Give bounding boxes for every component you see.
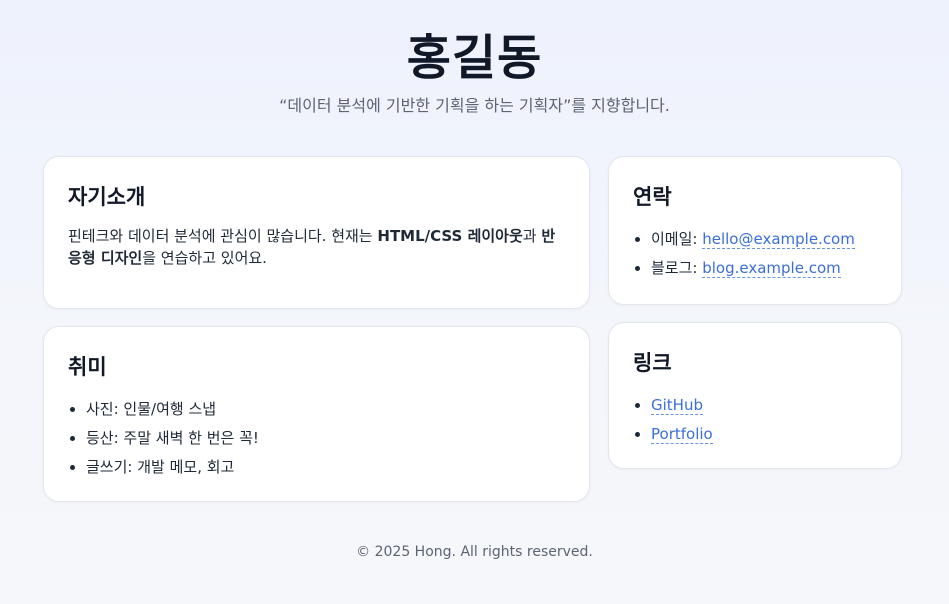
hobby-card: 취미 사진: 인물/여행 스냅 등산: 주말 새벽 한 번은 꼭! 글쓰기: 개… [43,326,590,502]
page-header: 홍길동 “데이터 분석에 기반한 기획을 하는 기획자”를 지향합니다. [0,0,949,116]
main-column: 자기소개 핀테크와 데이터 분석에 관심이 많습니다. 현재는 HTML/CSS… [43,156,590,502]
list-item: GitHub [651,391,877,420]
list-item: 등산: 주말 새벽 한 번은 꼭! [86,424,565,453]
list-item: 사진: 인물/여행 스냅 [86,395,565,424]
hobby-title: 취미 [68,355,107,379]
email-label: 이메일: [651,230,703,248]
side-column: 연락 이메일: hello@example.com 블로그: blog.exam… [608,156,902,502]
hobby-list: 사진: 인물/여행 스냅 등산: 주말 새벽 한 번은 꼭! 글쓰기: 개발 메… [68,395,565,482]
list-item: 글쓰기: 개발 메모, 회고 [86,453,565,482]
intro-text: 핀테크와 데이터 분석에 관심이 많습니다. 현재는 HTML/CSS 레이아웃… [68,225,565,269]
page-title: 홍길동 [406,30,543,86]
contact-list: 이메일: hello@example.com 블로그: blog.example… [633,225,877,283]
intro-text-part: 과 [522,227,542,245]
content-grid: 자기소개 핀테크와 데이터 분석에 관심이 많습니다. 현재는 HTML/CSS… [43,156,902,502]
email-link[interactable]: hello@example.com [702,230,855,249]
links-list: GitHub Portfolio [633,391,877,449]
intro-text-part: 핀테크와 데이터 분석에 관심이 많습니다. 현재는 [68,227,378,245]
footer: © 2025 Hong. All rights reserved. [356,544,593,560]
intro-title: 자기소개 [68,185,146,209]
portfolio-link[interactable]: Portfolio [651,425,713,444]
links-title: 링크 [633,351,672,375]
blog-link[interactable]: blog.example.com [702,259,841,278]
intro-bold-layout: HTML/CSS 레이아웃 [377,227,523,245]
links-card: 링크 GitHub Portfolio [608,322,902,469]
list-item: Portfolio [651,420,877,449]
intro-text-part: 을 연습하고 있어요. [142,249,267,267]
github-link[interactable]: GitHub [651,396,703,415]
contact-title: 연락 [633,185,672,209]
tagline: “데이터 분석에 기반한 기획을 하는 기획자”를 지향합니다. [279,96,670,115]
intro-card: 자기소개 핀테크와 데이터 분석에 관심이 많습니다. 현재는 HTML/CSS… [43,156,590,309]
contact-email-item: 이메일: hello@example.com [651,225,877,254]
blog-label: 블로그: [651,259,703,277]
contact-card: 연락 이메일: hello@example.com 블로그: blog.exam… [608,156,902,305]
contact-blog-item: 블로그: blog.example.com [651,254,877,283]
